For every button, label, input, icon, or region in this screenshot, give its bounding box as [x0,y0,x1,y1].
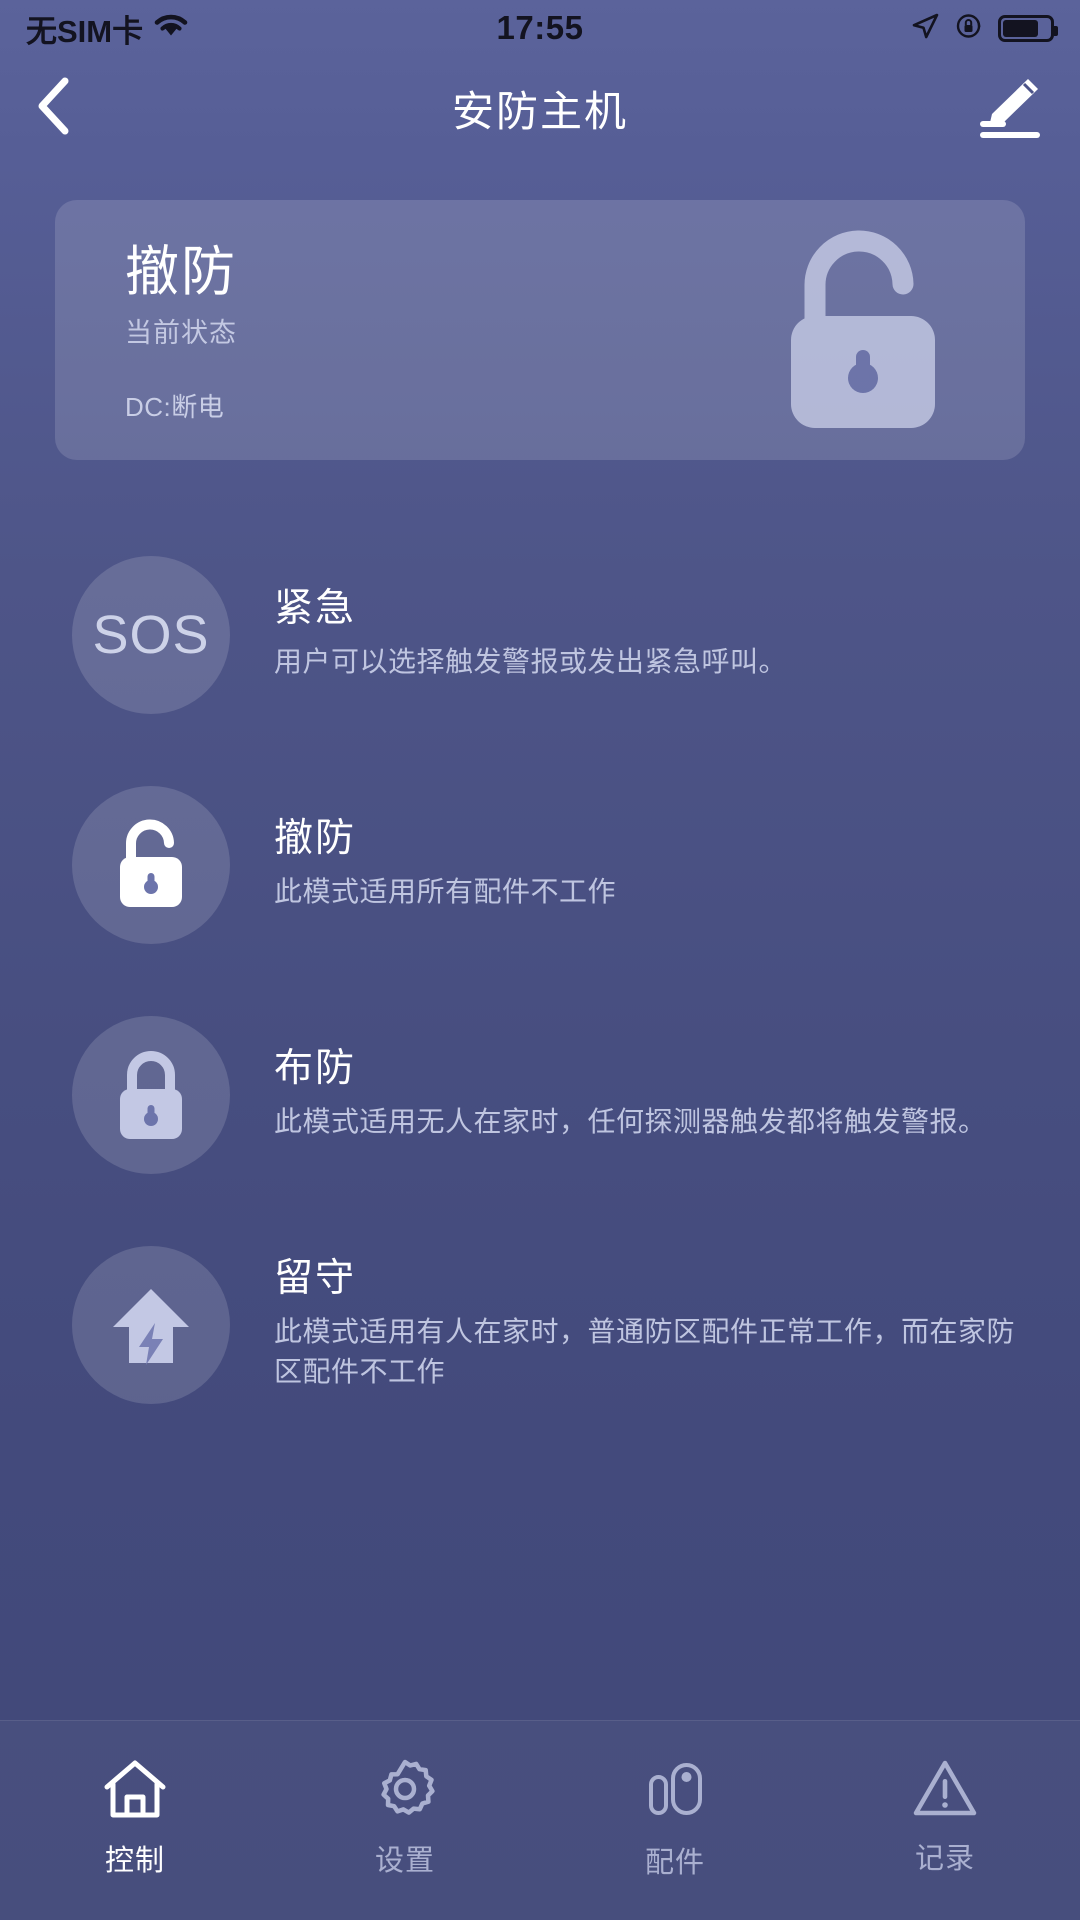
mode-description: 此模式适用无人在家时，任何探测器触发都将触发警报。 [274,1106,987,1138]
mode-text-disarm: 撤防 此模式适用所有配件不工作 [274,817,1020,912]
unlock-open-padlock-icon [72,786,230,944]
status-bar-left: 无SIM卡 [26,6,189,51]
mode-description: 用户可以选择触发警报或发出紧急呼叫。 [274,646,788,678]
door-sensor-icon [643,1757,707,1823]
mode-title: 撤防 [274,817,357,861]
rotation-lock-icon [954,11,984,46]
mode-row-emergency[interactable]: SOS 紧急 用户可以选择触发警报或发出紧急呼叫。 [0,520,1080,750]
mode-title: 布防 [274,1047,357,1091]
tab-label: 配件 [644,1847,705,1879]
warning-triangle-icon [911,1757,979,1819]
mode-row-arm[interactable]: 布防 此模式适用无人在家时，任何探测器触发都将触发警报。 [0,980,1080,1210]
status-bar-right [910,11,1058,46]
mode-text-arm: 布防 此模式适用无人在家时，任何探测器触发都将触发警报。 [274,1047,1020,1142]
tab-records[interactable]: 记录 [810,1757,1080,1877]
sos-icon: SOS [72,556,230,714]
wifi-icon [153,12,189,45]
lock-closed-padlock-icon [72,1016,230,1174]
tab-label: 设置 [374,1845,435,1877]
unlock-open-padlock-icon [763,228,963,438]
tab-control[interactable]: 控制 [0,1757,270,1879]
mode-description: 此模式适用所有配件不工作 [274,876,617,908]
back-button[interactable] [32,73,102,143]
tab-label: 记录 [914,1843,975,1875]
mode-text-emergency: 紧急 用户可以选择触发警报或发出紧急呼叫。 [274,587,1020,682]
carrier-label: 无SIM卡 [26,13,144,49]
battery-icon [998,14,1058,42]
mode-row-disarm[interactable]: 撤防 此模式适用所有配件不工作 [0,750,1080,980]
mode-row-stay[interactable]: 留守 此模式适用有人在家时，普通防区配件正常工作，而在家防区配件不工作 [0,1210,1080,1440]
gear-icon [373,1757,437,1821]
mode-description: 此模式适用有人在家时，普通防区配件正常工作，而在家防区配件不工作 [274,1315,1016,1388]
home-icon [101,1757,169,1821]
bottom-tab-bar: 控制 设置 配件 记录 [0,1720,1080,1920]
edit-button[interactable] [968,71,1048,145]
status-bar: 无SIM卡 17:55 [0,0,1080,56]
tab-label: 控制 [104,1845,165,1877]
nav-header: 安防主机 [0,56,1080,160]
mode-text-stay: 留守 此模式适用有人在家时，普通防区配件正常工作，而在家防区配件不工作 [274,1257,1020,1393]
chevron-left-icon [32,75,78,142]
mode-list: SOS 紧急 用户可以选择触发警报或发出紧急呼叫。 撤防 此模式适用所有配件不工… [0,520,1080,1440]
tab-accessories[interactable]: 配件 [540,1757,810,1881]
power-status-label: DC:断电 [125,392,225,422]
location-arrow-icon [910,11,940,46]
page-title: 安防主机 [451,87,628,135]
home-bolt-icon [72,1246,230,1404]
tab-settings[interactable]: 设置 [270,1757,540,1879]
mode-title: 留守 [274,1256,357,1300]
edit-pencil-icon [972,73,1044,144]
mode-title: 紧急 [274,587,357,631]
current-status-card[interactable]: 撤防 当前状态 DC:断电 [55,200,1025,460]
